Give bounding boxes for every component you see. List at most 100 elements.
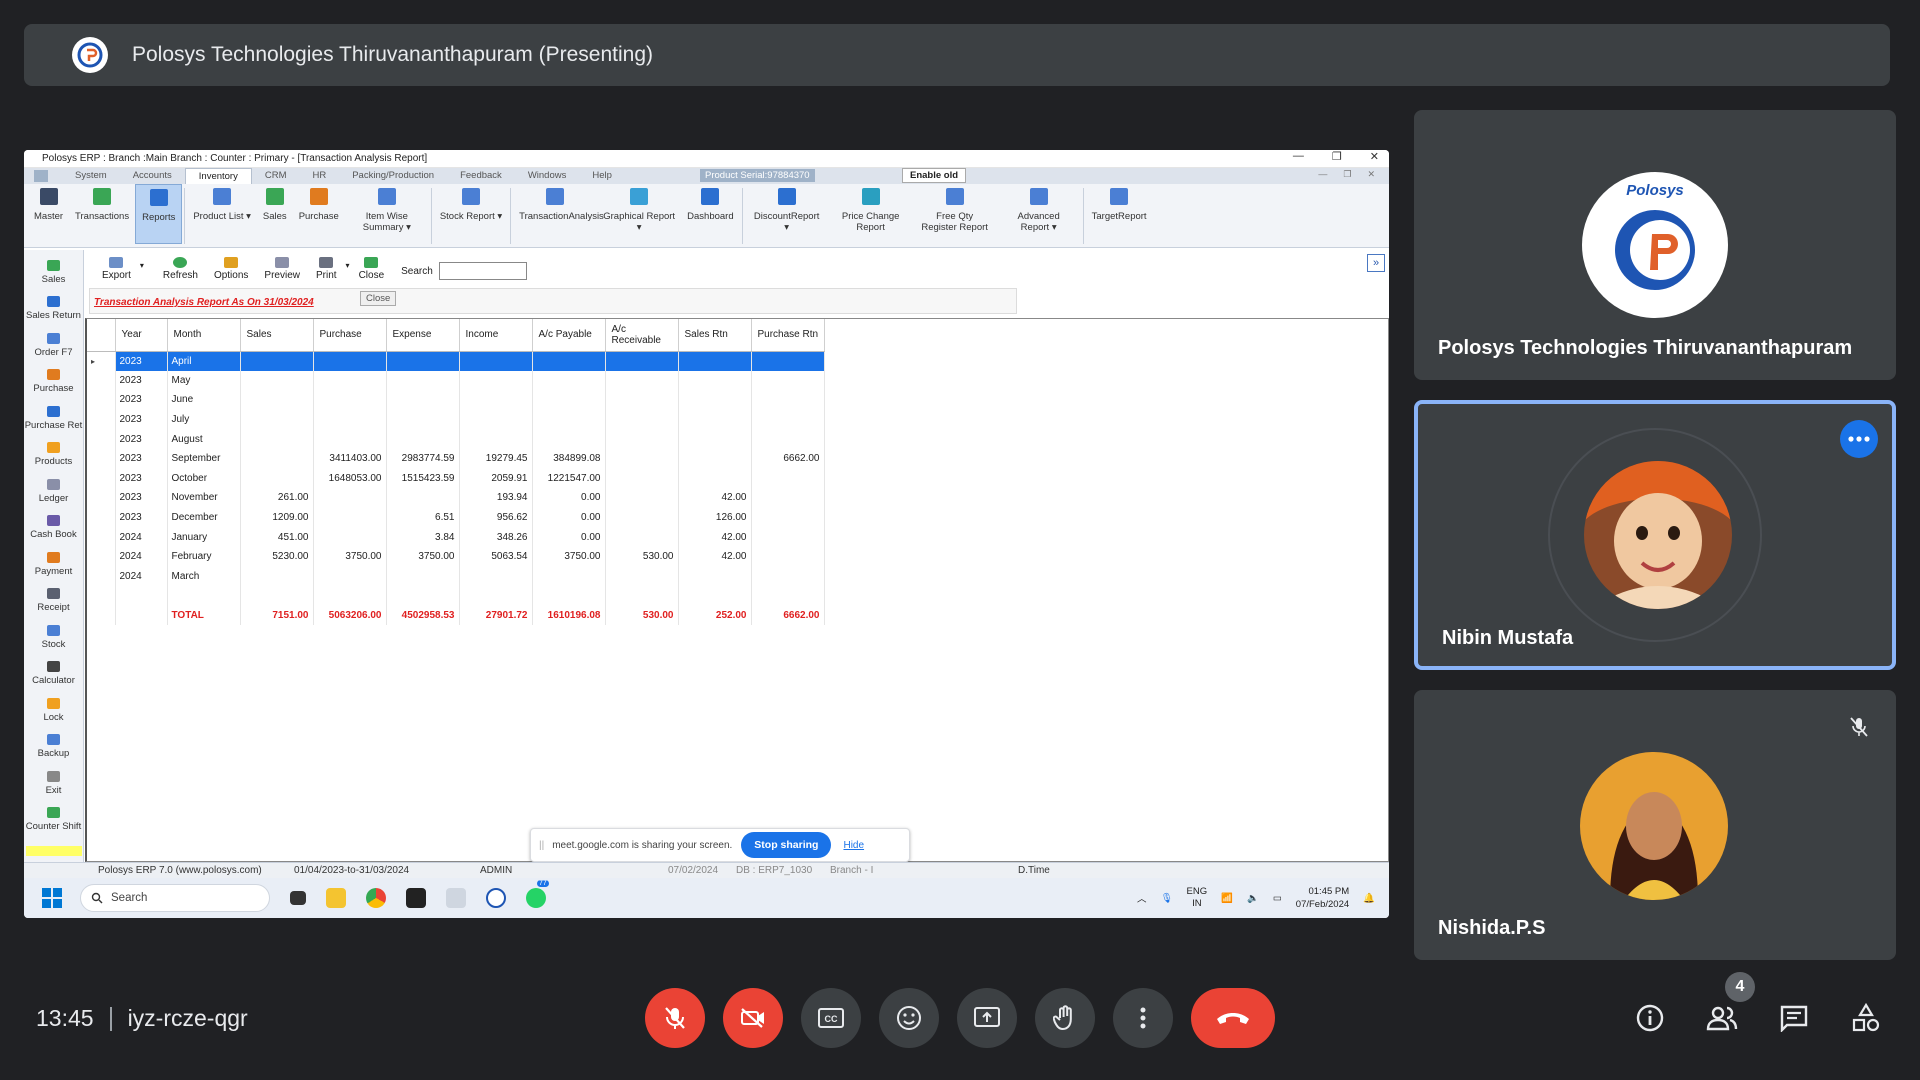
- taskbar-clock[interactable]: 01:45 PM 07/Feb/2024: [1296, 885, 1349, 911]
- table-cell[interactable]: [459, 351, 533, 371]
- table-cell[interactable]: [313, 409, 387, 430]
- table-cell[interactable]: 451.00: [240, 527, 314, 547]
- column-header-purchase[interactable]: Purchase: [313, 319, 387, 352]
- table-cell[interactable]: April: [167, 351, 241, 371]
- table-cell[interactable]: [459, 390, 533, 410]
- table-cell[interactable]: [240, 370, 314, 391]
- table-cell[interactable]: 2023: [115, 507, 168, 528]
- table-cell[interactable]: [386, 566, 460, 587]
- preview-button[interactable]: Preview: [257, 257, 307, 284]
- participant-tile-nibin[interactable]: Nibin Mustafa: [1414, 400, 1896, 670]
- menu-system[interactable]: System: [62, 168, 120, 184]
- sidebar-item-purchase[interactable]: Purchase: [24, 360, 83, 397]
- ribbon-product-list-button[interactable]: Product List ▾: [187, 184, 257, 244]
- table-row[interactable]: ▸ 2023 April: [87, 351, 825, 371]
- menu-packing-production[interactable]: Packing/Production: [339, 168, 447, 184]
- table-cell[interactable]: 6.51: [386, 507, 460, 528]
- table-cell[interactable]: [313, 488, 387, 508]
- volume-icon[interactable]: 🔈: [1247, 893, 1259, 904]
- row-selector[interactable]: [87, 429, 116, 449]
- table-cell[interactable]: September: [167, 448, 241, 469]
- leave-call-button[interactable]: [1191, 988, 1275, 1048]
- column-header-sales-rtn[interactable]: Sales Rtn: [678, 319, 752, 352]
- table-cell[interactable]: 1515423.59: [386, 468, 460, 489]
- table-cell[interactable]: 0.00: [532, 488, 606, 508]
- table-cell[interactable]: 1221547.00: [532, 468, 606, 489]
- table-cell[interactable]: [678, 429, 752, 449]
- sidebar-item-backup[interactable]: Backup: [24, 725, 83, 762]
- table-cell[interactable]: 2023: [115, 370, 168, 391]
- table-cell[interactable]: [240, 448, 314, 469]
- microphone-icon[interactable]: 🎙: [1160, 893, 1172, 904]
- table-cell[interactable]: 3.84: [386, 527, 460, 547]
- hide-link[interactable]: Hide: [843, 840, 864, 851]
- mdi-restore-icon[interactable]: ❐: [1343, 169, 1351, 180]
- ribbon-price-change-report-button[interactable]: Price Change Report: [829, 184, 913, 244]
- task-view-icon[interactable]: [290, 891, 306, 905]
- sidebar-item-sales-return[interactable]: Sales Return: [24, 287, 83, 324]
- table-cell[interactable]: [459, 409, 533, 430]
- ribbon-purchase-button[interactable]: Purchase: [293, 184, 345, 244]
- table-row[interactable]: 2023 August: [87, 429, 825, 449]
- table-cell[interactable]: [532, 566, 606, 587]
- table-cell[interactable]: 1209.00: [240, 507, 314, 528]
- table-cell[interactable]: [751, 566, 825, 587]
- chevron-up-icon[interactable]: ︿: [1137, 891, 1147, 905]
- sidebar-item-order[interactable]: Order F7: [24, 323, 83, 360]
- table-cell[interactable]: [532, 390, 606, 410]
- table-cell[interactable]: [459, 566, 533, 587]
- table-cell[interactable]: July: [167, 409, 241, 430]
- sidebar-item-purchase-return[interactable]: Purchase Ret: [24, 396, 83, 433]
- table-cell[interactable]: August: [167, 429, 241, 449]
- table-cell[interactable]: 2983774.59: [386, 448, 460, 469]
- windows-start-icon[interactable]: [42, 888, 62, 908]
- row-selector[interactable]: [87, 546, 116, 567]
- menu-help[interactable]: Help: [579, 168, 625, 184]
- wifi-icon[interactable]: 📶: [1221, 893, 1233, 904]
- ribbon-discount-report-button[interactable]: DiscountReport ▾: [745, 184, 829, 244]
- notification-bell-icon[interactable]: 🔔: [1363, 893, 1375, 904]
- table-cell[interactable]: 2023: [115, 448, 168, 469]
- expand-chevron-icon[interactable]: »: [1367, 254, 1385, 272]
- app-icon[interactable]: [406, 888, 426, 908]
- table-cell[interactable]: [313, 370, 387, 391]
- table-cell[interactable]: 193.94: [459, 488, 533, 508]
- table-cell[interactable]: [459, 370, 533, 391]
- menu-accounts[interactable]: Accounts: [120, 168, 185, 184]
- sidebar-item-payment[interactable]: Payment: [24, 542, 83, 579]
- table-row[interactable]: 2023 September 3411403.00 2983774.59 19279.4…: [87, 448, 825, 469]
- column-header-purchase-rtn[interactable]: Purchase Rtn: [751, 319, 825, 352]
- table-cell[interactable]: 2023: [115, 390, 168, 410]
- table-cell[interactable]: [605, 351, 679, 371]
- table-cell[interactable]: 261.00: [240, 488, 314, 508]
- table-row[interactable]: 2023 July: [87, 409, 825, 430]
- search-input[interactable]: [438, 262, 527, 280]
- table-cell[interactable]: October: [167, 468, 241, 489]
- table-cell[interactable]: [678, 351, 752, 371]
- table-cell[interactable]: [240, 351, 314, 371]
- table-cell[interactable]: 2023: [115, 351, 168, 371]
- minimize-icon[interactable]: —: [1293, 150, 1304, 163]
- table-cell[interactable]: [678, 370, 752, 391]
- table-cell[interactable]: [678, 468, 752, 489]
- table-cell[interactable]: [678, 566, 752, 587]
- table-cell[interactable]: 42.00: [678, 527, 752, 547]
- ribbon-target-report-button[interactable]: TargetReport: [1086, 184, 1153, 244]
- chat-button[interactable]: [1776, 1000, 1812, 1036]
- battery-icon[interactable]: ▭: [1273, 893, 1282, 904]
- ribbon-sales-button[interactable]: Sales: [257, 184, 293, 244]
- ribbon-graphical-report-button[interactable]: Graphical Report ▾: [597, 184, 681, 244]
- table-cell[interactable]: [386, 488, 460, 508]
- table-cell[interactable]: [605, 409, 679, 430]
- ribbon-item-wise-summary-button[interactable]: Item Wise Summary ▾: [345, 184, 429, 244]
- table-cell[interactable]: May: [167, 370, 241, 391]
- table-cell[interactable]: [751, 429, 825, 449]
- row-selector[interactable]: [87, 370, 116, 391]
- table-cell[interactable]: 0.00: [532, 527, 606, 547]
- table-cell[interactable]: 384899.08: [532, 448, 606, 469]
- captions-button[interactable]: CC: [801, 988, 861, 1048]
- maximize-icon[interactable]: ❐: [1332, 150, 1342, 163]
- present-screen-button[interactable]: [957, 988, 1017, 1048]
- table-cell[interactable]: [605, 390, 679, 410]
- table-cell[interactable]: [751, 468, 825, 489]
